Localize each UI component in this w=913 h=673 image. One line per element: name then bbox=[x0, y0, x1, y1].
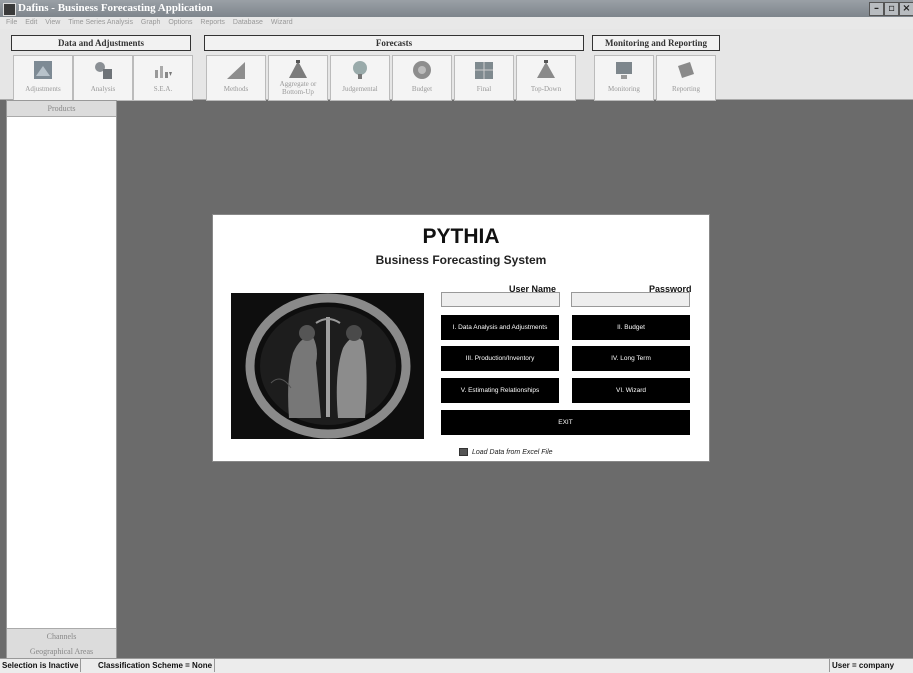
pyramid-icon bbox=[289, 60, 307, 78]
close-button[interactable]: × bbox=[899, 2, 913, 16]
app-subtitle: Business Forecasting System bbox=[375, 253, 547, 267]
methods-icon bbox=[227, 62, 245, 79]
user-status: User = company bbox=[829, 659, 896, 672]
button-label: Aggregate or Bottom-Up bbox=[279, 80, 317, 96]
sidebar-tab-channels[interactable]: Channels bbox=[7, 628, 116, 645]
title-bar: Dafins - Business Forecasting Applicatio… bbox=[0, 0, 913, 17]
final-icon bbox=[475, 62, 493, 79]
toolbar: Data and Adjustments Adjustments Analysi… bbox=[0, 29, 913, 101]
reporting-button[interactable]: Reporting bbox=[656, 55, 716, 101]
analysis-icon bbox=[95, 62, 112, 79]
button-label: Judgemental bbox=[342, 85, 378, 93]
login-dialog: PYTHIA Business Forecasting System User … bbox=[212, 214, 710, 462]
analysis-button[interactable]: Analysis bbox=[73, 55, 133, 101]
menu-time-series-analysis[interactable]: Time Series Analysis bbox=[68, 17, 133, 29]
budget-menu-button[interactable]: II. Budget bbox=[572, 315, 690, 340]
wizard-button[interactable]: VI. Wizard bbox=[572, 378, 690, 403]
data-analysis-button[interactable]: I. Data Analysis and Adjustments bbox=[441, 315, 559, 340]
menu-wizard[interactable]: Wizard bbox=[271, 17, 293, 29]
button-label: Methods bbox=[223, 85, 249, 93]
methods-button[interactable]: Methods bbox=[206, 55, 266, 101]
menu-file[interactable]: File bbox=[6, 17, 17, 29]
menu-reports[interactable]: Reports bbox=[200, 17, 225, 29]
budget-button[interactable]: Budget bbox=[392, 55, 452, 101]
judgemental-button[interactable]: Judgemental bbox=[330, 55, 390, 101]
judgemental-icon bbox=[353, 61, 367, 79]
sidebar-tab-products[interactable]: Products bbox=[7, 101, 116, 117]
status-bar: Selection is Inactive Classification Sch… bbox=[0, 658, 913, 673]
button-label: Adjustments bbox=[25, 85, 61, 93]
menu-view[interactable]: View bbox=[45, 17, 60, 29]
minimize-button[interactable]: – bbox=[869, 2, 884, 16]
menu-options[interactable]: Options bbox=[168, 17, 192, 29]
monitoring-button[interactable]: Monitoring bbox=[594, 55, 654, 101]
button-label: Budget bbox=[411, 85, 433, 93]
final-button[interactable]: Final bbox=[454, 55, 514, 101]
button-label: Reporting bbox=[672, 85, 700, 93]
classification-scheme-status: Classification Scheme = None bbox=[96, 659, 216, 672]
group-title: Monitoring and Reporting bbox=[592, 35, 720, 51]
aggregate-bottom-up-button[interactable]: Aggregate or Bottom-Up bbox=[268, 55, 328, 101]
menu-database[interactable]: Database bbox=[233, 17, 263, 29]
excel-checkbox[interactable] bbox=[459, 448, 468, 456]
report-icon bbox=[678, 62, 694, 78]
pyramid-icon bbox=[537, 60, 555, 78]
estimating-relationships-button[interactable]: V. Estimating Relationships bbox=[441, 378, 559, 403]
app-title: PYTHIA bbox=[422, 225, 500, 248]
button-label: Final bbox=[476, 85, 492, 93]
button-label: Monitoring bbox=[608, 85, 640, 93]
group-title: Forecasts bbox=[204, 35, 584, 51]
button-label: Top-Down bbox=[530, 85, 562, 93]
monitor-icon bbox=[616, 62, 632, 79]
adjustments-button[interactable]: Adjustments bbox=[13, 55, 73, 101]
menu-graph[interactable]: Graph bbox=[141, 17, 160, 29]
menu-edit[interactable]: Edit bbox=[25, 17, 37, 29]
load-excel-option[interactable]: Load Data from Excel File bbox=[459, 448, 553, 456]
production-inventory-button[interactable]: III. Production/Inventory bbox=[441, 346, 559, 371]
password-input[interactable] bbox=[571, 292, 690, 307]
adjustments-icon bbox=[34, 61, 52, 79]
sea-button[interactable]: S.E.A. bbox=[133, 55, 193, 101]
sea-icon bbox=[155, 66, 172, 78]
sidebar: Products Channels Geographical Areas bbox=[6, 100, 117, 660]
top-down-button[interactable]: Top-Down bbox=[516, 55, 576, 101]
selection-status: Selection is Inactive bbox=[0, 659, 82, 672]
window-title: Dafins - Business Forecasting Applicatio… bbox=[18, 2, 213, 14]
group-title: Data and Adjustments bbox=[11, 35, 191, 51]
excel-label: Load Data from Excel File bbox=[472, 448, 553, 456]
exit-button[interactable]: EXIT bbox=[441, 410, 690, 435]
menu-bar: File Edit View Time Series Analysis Grap… bbox=[0, 17, 913, 29]
long-term-button[interactable]: IV. Long Term bbox=[572, 346, 690, 371]
pythia-vase-image bbox=[231, 293, 424, 439]
app-icon bbox=[3, 3, 16, 16]
maximize-button[interactable]: ▫ bbox=[884, 2, 899, 16]
budget-icon bbox=[413, 61, 431, 79]
button-label: S.E.A. bbox=[153, 85, 173, 93]
button-label: Analysis bbox=[90, 85, 116, 93]
username-input[interactable] bbox=[441, 292, 560, 307]
